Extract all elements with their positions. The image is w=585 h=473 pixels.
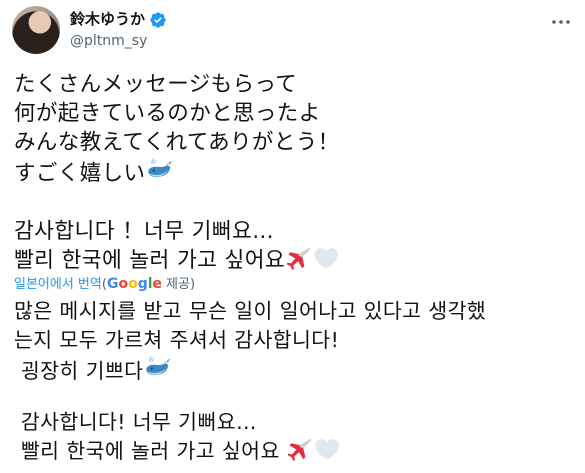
- verified-badge-icon: [150, 11, 166, 28]
- tweet-text-line: 何が起きているのかと思ったよ: [14, 101, 321, 126]
- whale-emoji-icon: [147, 157, 174, 184]
- tweet-header: 鈴木ゆうか @pltnm_sy: [12, 6, 577, 54]
- user-handle[interactable]: @pltnm_sy: [70, 32, 147, 50]
- translation-line: 감사합니다! 너무 기뻐요…: [14, 410, 257, 434]
- tweet-text: すごく嬉しい: [14, 161, 146, 186]
- translation-line: 많은 메시지를 받고 무슨 일이 일어나고 있다고 생각했: [14, 299, 487, 323]
- tweet-text-line: 빨리 한국에 놀러 가고 싶어요: [14, 246, 579, 275]
- tweet-body: たくさんメッセージもらって 何が起きているのかと思ったよ みんな教えてくれてあり…: [14, 70, 579, 466]
- display-name[interactable]: 鈴木ゆうか: [70, 10, 145, 29]
- translated-from-link[interactable]: 일본어에서 번역: [14, 277, 102, 292]
- white-heart-emoji-icon: [315, 438, 339, 462]
- name-row: 鈴木ゆうか: [70, 10, 167, 29]
- translation-text: 빨리 한국에 놀러 가고 싶어요: [14, 439, 280, 463]
- airplane-emoji-icon: [287, 246, 312, 271]
- tweet-text-line: たくさんメッセージもらって: [14, 72, 298, 97]
- translation-line: 굉장히 기쁘다: [14, 355, 579, 386]
- translation-text: 굉장히 기쁘다: [14, 359, 144, 383]
- translation-line: 는지 모두 가르쳐 주셔서 감사합니다!: [14, 328, 340, 352]
- avatar[interactable]: [12, 6, 60, 54]
- translation-line: 빨리 한국에 놀러 가고 싶어요: [14, 437, 579, 466]
- more-options-button[interactable]: [549, 12, 573, 32]
- google-logo: Google: [106, 276, 163, 292]
- tweet-text: 빨리 한국에 놀러 가고 싶어요: [14, 248, 286, 273]
- whale-emoji-icon: [145, 355, 172, 382]
- translation-attribution: 일본어에서 번역(Google 제공): [14, 276, 196, 292]
- airplane-emoji-icon: [288, 437, 313, 462]
- tweet-text-line: みんな教えてくれてありがとう！: [14, 130, 340, 155]
- more-options-icon: [552, 20, 570, 24]
- white-heart-emoji-icon: [314, 247, 338, 271]
- provider-suffix: 제공: [166, 277, 190, 292]
- tweet-text-line: 감사합니다 ！너무 기뻐요…: [14, 219, 275, 244]
- tweet-text-line: すごく嬉しい: [14, 157, 579, 188]
